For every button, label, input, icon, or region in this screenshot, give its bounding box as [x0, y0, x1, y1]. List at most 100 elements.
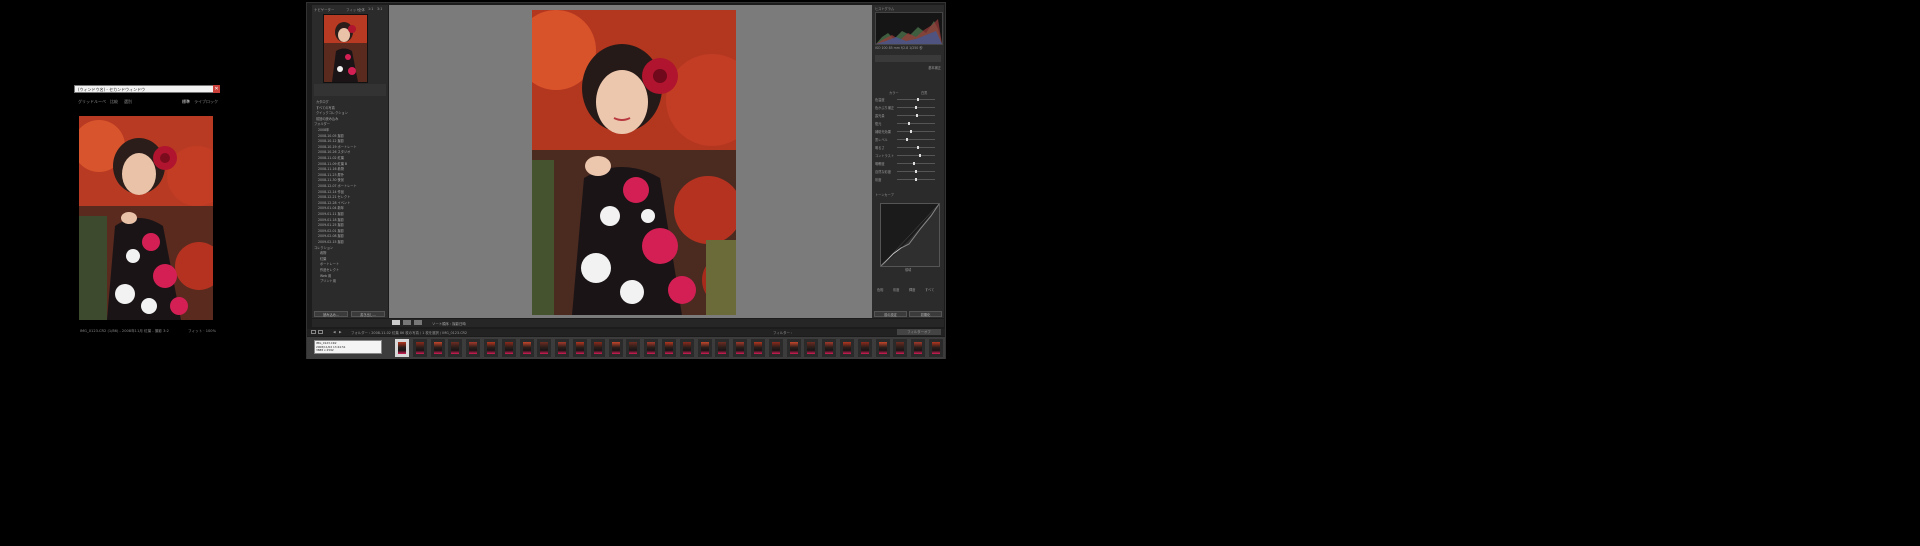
tab-compare[interactable]: 比較: [110, 99, 118, 105]
folder-item[interactable]: 2009-02-15 撮影: [314, 240, 390, 245]
collection-item[interactable]: Web 用: [314, 274, 392, 279]
folder-item[interactable]: 2008-12-28 イベント: [314, 201, 390, 206]
collection-item[interactable]: 作品セレクト: [314, 268, 392, 273]
folder-item[interactable]: 2009-01-04 新年: [314, 206, 390, 211]
compare-view-icon[interactable]: [403, 320, 411, 325]
filmstrip-thumbnail[interactable]: [840, 339, 854, 357]
nav-zoom-fill[interactable]: 全体: [358, 7, 365, 12]
filmstrip-thumbnail[interactable]: [501, 339, 516, 357]
navigator-thumbnail[interactable]: [323, 14, 368, 83]
collection-item[interactable]: ポートレート: [314, 262, 392, 267]
collections-header[interactable]: コレクション: [314, 246, 386, 251]
filmstrip-thumbnail[interactable]: [751, 339, 765, 357]
folder-item[interactable]: 2008-11-09 紅葉 B: [314, 162, 390, 167]
view-locked[interactable]: ロック: [206, 99, 218, 105]
main-photo[interactable]: [532, 10, 736, 315]
slider-track[interactable]: [897, 114, 935, 117]
filmstrip-thumbnail[interactable]: [626, 339, 641, 357]
filmstrip-thumbnail[interactable]: [448, 339, 463, 357]
filmstrip-thumbnail[interactable]: [911, 339, 926, 357]
slider-track[interactable]: [897, 122, 935, 125]
hsl-tab[interactable]: 輝度: [909, 287, 915, 292]
collection-item[interactable]: プリント用: [314, 279, 392, 284]
filmstrip-thumbnail[interactable]: [857, 339, 872, 357]
secondary-photo[interactable]: [79, 116, 213, 320]
slider-track[interactable]: [897, 130, 935, 133]
filmstrip-thumbnail[interactable]: [697, 339, 712, 357]
slider-track[interactable]: [897, 98, 935, 101]
reset-button[interactable]: 初期化: [909, 311, 942, 317]
slider-knob[interactable]: [916, 98, 919, 101]
slider-knob[interactable]: [915, 178, 917, 181]
hsl-tab[interactable]: すべて: [925, 287, 934, 292]
zoom-readout[interactable]: フィット · 100%: [188, 329, 216, 334]
slider-track[interactable]: [897, 106, 935, 109]
treatment-color[interactable]: カラー: [889, 90, 899, 95]
basic-label[interactable]: 基本補正: [875, 65, 941, 70]
folder-item[interactable]: 2008-11-23 屋外: [314, 173, 390, 178]
slider-knob[interactable]: [916, 146, 919, 149]
folder-item[interactable]: 2008-10-26 スタジオ: [314, 150, 390, 155]
navigator-header[interactable]: ナビゲーター フィット 全体 1:1 3:1: [314, 7, 386, 12]
slider-knob[interactable]: [915, 170, 917, 173]
second-window-icon[interactable]: [318, 330, 323, 334]
slider-knob[interactable]: [915, 114, 918, 117]
tool-strip[interactable]: [875, 55, 941, 62]
filmstrip-thumbnail[interactable]: [573, 339, 587, 357]
tone-curve-label[interactable]: トーンカーブ: [875, 192, 941, 197]
slider-knob[interactable]: [907, 122, 910, 125]
tab-survey[interactable]: 選別: [124, 99, 132, 105]
folder-item[interactable]: 2008-11-30 夜景: [314, 178, 390, 183]
catalog-item[interactable]: 前回の読み込み: [314, 117, 388, 122]
folder-item[interactable]: 2009-01-18 撮影: [314, 218, 390, 223]
filmstrip-path[interactable]: フォルダー : 2008-11-02 紅葉 86 枚の写真 / 1 枚を選択 /…: [351, 330, 467, 335]
folder-item[interactable]: 2008-10-19 ポートレート: [314, 145, 390, 150]
folder-item[interactable]: 2008-10-12 撮影: [314, 139, 390, 144]
filmstrip-thumbnail[interactable]: [929, 339, 943, 357]
folders-header[interactable]: フォルダー: [314, 122, 386, 127]
import-button[interactable]: 読み込み...: [314, 311, 348, 317]
filmstrip-thumbnail[interactable]: [590, 339, 605, 357]
survey-view-icon[interactable]: [414, 320, 422, 325]
filmstrip-thumbnail[interactable]: [519, 339, 534, 357]
filmstrip-thumbnail[interactable]: [608, 339, 623, 357]
filmstrip-thumbnail[interactable]: [679, 339, 694, 357]
slider-knob[interactable]: [915, 106, 917, 109]
collection-item[interactable]: 着物: [314, 251, 392, 256]
filmstrip-thumbnail[interactable]: [875, 339, 890, 357]
folder-item[interactable]: 2008-11-02 紅葉: [314, 156, 390, 161]
right-arrow-icon[interactable]: ▶: [339, 330, 342, 334]
filmstrip-thumbnail[interactable]: [715, 339, 730, 357]
histogram[interactable]: [875, 12, 943, 45]
filmstrip-thumbnail[interactable]: [822, 339, 837, 357]
slider-track[interactable]: [897, 162, 935, 165]
folder-item[interactable]: 2008年: [314, 128, 390, 133]
filmstrip[interactable]: [307, 337, 945, 359]
slider-track[interactable]: [897, 170, 935, 173]
slider-knob[interactable]: [918, 154, 921, 157]
folder-item[interactable]: 2008-12-14 作品: [314, 190, 390, 195]
slider-knob[interactable]: [909, 130, 912, 133]
folder-item[interactable]: 2009-01-11 撮影: [314, 212, 390, 217]
filmstrip-thumbnail[interactable]: [430, 339, 445, 357]
filmstrip-thumbnail[interactable]: [733, 339, 748, 357]
close-icon[interactable]: ✕: [213, 85, 220, 93]
filter-select[interactable]: フィルターオフ: [897, 329, 941, 335]
hsl-tab[interactable]: 色相: [877, 287, 883, 292]
folder-item[interactable]: 2008-10-05 撮影: [314, 134, 390, 139]
view-normal[interactable]: 標準: [182, 99, 190, 105]
sort-order[interactable]: ソート順序 : 撮影日時: [432, 321, 466, 326]
slider-track[interactable]: [897, 154, 935, 157]
nav-zoom-1-1[interactable]: 1:1: [368, 7, 373, 11]
filmstrip-thumbnail[interactable]: [484, 339, 498, 357]
folder-item[interactable]: 2008-11-16 着物: [314, 167, 390, 172]
grid-icon[interactable]: [311, 330, 316, 334]
folder-item[interactable]: 2009-02-01 撮影: [314, 229, 390, 234]
folder-item[interactable]: 2008-12-21 セレクト: [314, 195, 390, 200]
filmstrip-thumbnail[interactable]: [786, 339, 801, 357]
filmstrip-thumbnail[interactable]: [412, 339, 427, 357]
filmstrip-thumbnail[interactable]: [662, 339, 676, 357]
catalog-panel-header[interactable]: [314, 84, 386, 96]
filmstrip-thumbnail[interactable]: [395, 339, 409, 357]
nav-zoom-3-1[interactable]: 3:1: [377, 7, 382, 11]
